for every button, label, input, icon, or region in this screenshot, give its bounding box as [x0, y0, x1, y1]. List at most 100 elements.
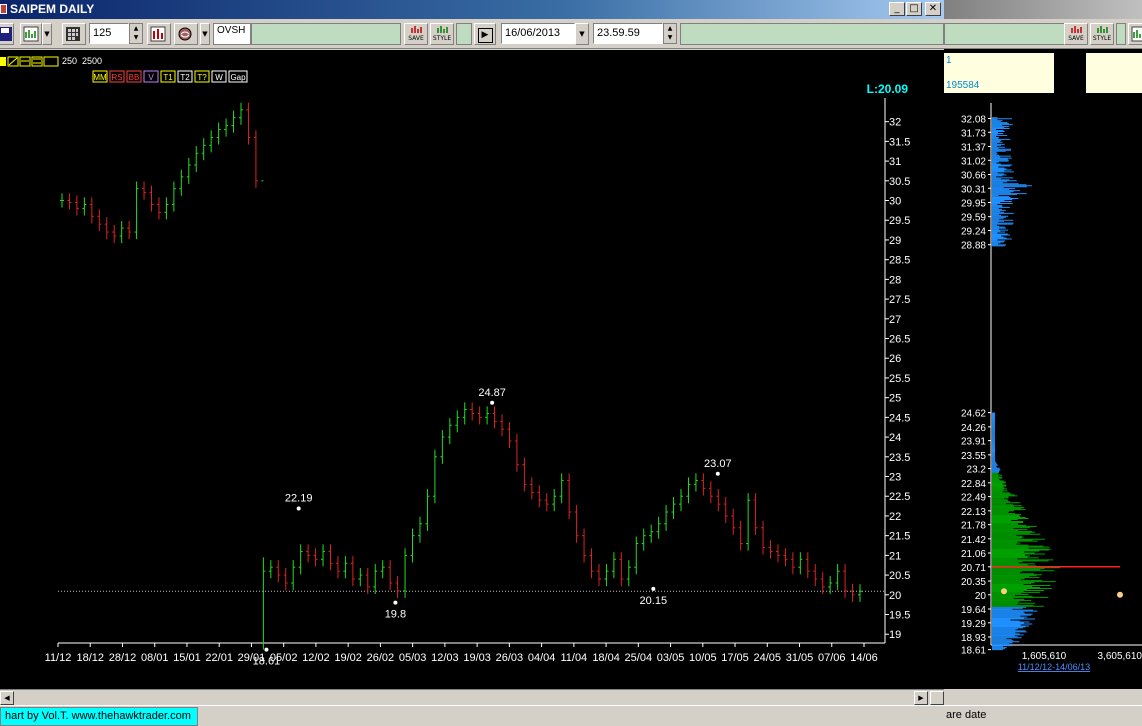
ohlc-bar — [664, 504, 669, 531]
brain-dropdown[interactable]: ▼ — [200, 23, 210, 45]
ohlc-bar — [209, 130, 214, 153]
profile-titlebar[interactable] — [944, 0, 1142, 19]
annotation-marker — [264, 647, 269, 652]
y-tick-label: 32 — [889, 117, 901, 129]
y-tick-label: 19 — [889, 629, 901, 641]
profile-toolbar: SAVE STYLE — [944, 19, 1142, 49]
ohlc-bar — [611, 552, 616, 579]
y-tick-label: 21.5 — [889, 531, 910, 543]
ohlc-bar — [224, 118, 229, 137]
vp-level-label: 21.42 — [961, 535, 986, 546]
brain-button[interactable] — [174, 23, 198, 45]
indicator-toolbar: 250 2500 — [0, 56, 102, 67]
ohlc-bar — [753, 493, 758, 535]
ohlc-bars — [60, 102, 862, 650]
profile-style-label: STYLE — [1092, 35, 1112, 42]
ohlc-bar — [194, 146, 199, 173]
vp-level-label: 24.26 — [961, 423, 986, 434]
ohlc-bar — [708, 481, 713, 504]
scroll-right-arrow[interactable]: ▶ — [914, 691, 928, 705]
ohlc-bar — [813, 564, 818, 587]
annotation-label: 20.15 — [640, 595, 668, 607]
date-dropdown[interactable]: ▼ — [575, 23, 589, 45]
ohlc-bar — [485, 406, 490, 425]
x-tick-label: 14/06 — [850, 652, 878, 664]
profile-chart-button[interactable] — [1128, 23, 1142, 45]
x-tick-label: 08/01 — [141, 652, 169, 664]
profile-style-button[interactable]: STYLE — [1090, 23, 1114, 45]
vp-level-label: 31.73 — [961, 128, 986, 139]
x-tick-label: 18/04 — [592, 652, 620, 664]
period-spinner[interactable]: ▲ ▼ — [129, 23, 143, 44]
save-file-button[interactable] — [0, 23, 14, 45]
play-button[interactable]: ▶ — [474, 23, 496, 45]
ohlc-bar — [835, 564, 840, 591]
disk-icon — [0, 27, 12, 41]
x-tick-label: 11/04 — [560, 652, 587, 664]
style-button[interactable]: STYLE — [430, 23, 454, 45]
volume-profile-window: SAVE STYLE 1 195584 32.08 31.73 31.37 31.02… — [944, 0, 1142, 726]
indicator-icon-d[interactable] — [31, 56, 43, 67]
chart-type-dropdown[interactable]: ▼ — [42, 23, 52, 45]
calculator-button[interactable] — [62, 23, 86, 45]
y-tick-label: 30.5 — [889, 176, 910, 188]
ohlc-bar — [798, 552, 803, 575]
x-tick-label: 19/02 — [334, 652, 362, 664]
ohlc-bar — [246, 102, 251, 145]
y-tick-label: 19.5 — [889, 610, 910, 622]
ohlc-bar — [850, 583, 855, 602]
bars-button[interactable] — [147, 23, 171, 45]
toolbar-spacer — [251, 23, 401, 45]
play-icon: ▶ — [477, 28, 493, 43]
maximize-button[interactable]: □ — [906, 2, 922, 16]
indicator-icon-e[interactable] — [43, 56, 59, 67]
ohlc-bar — [171, 181, 176, 212]
indicator-icon-a[interactable] — [0, 57, 6, 66]
close-button[interactable]: ✕ — [925, 2, 941, 16]
profile-save-button[interactable]: SAVE — [1064, 23, 1088, 45]
x-tick-label: 04/04 — [528, 652, 556, 664]
chart-type-button[interactable] — [20, 23, 42, 45]
y-tick-label: 29 — [889, 235, 901, 247]
x-tick-label: 17/05 — [721, 652, 749, 664]
x-tick-label: 12/02 — [302, 652, 330, 664]
period-input[interactable]: 125 — [89, 23, 129, 44]
window-titlebar[interactable]: SAIPEM DAILY _ □ ✕ — [0, 0, 944, 19]
ohlc-bar — [574, 504, 579, 543]
save-button[interactable]: SAVE — [404, 23, 428, 45]
ohlc-bar — [596, 564, 601, 587]
ohlc-bar — [790, 552, 795, 575]
volume-profile-bars — [992, 117, 1123, 651]
date-input[interactable]: 16/06/2013 — [501, 23, 575, 44]
scroll-left-arrow[interactable]: ◀ — [0, 691, 14, 705]
ohlc-bar — [604, 564, 609, 587]
time-spinner[interactable]: ▲ ▼ — [663, 23, 677, 44]
scroll-end-button[interactable] — [930, 691, 944, 705]
ohlc-bar — [268, 560, 273, 579]
minimize-button[interactable]: _ — [889, 2, 905, 16]
vp-level-label: 30.66 — [961, 170, 986, 181]
x-tick-label: 22/01 — [205, 652, 233, 664]
ovsh-field[interactable]: OVSH — [213, 23, 251, 45]
ohlc-bar — [470, 402, 475, 421]
ohlc-bar — [731, 508, 736, 535]
style-label: STYLE — [432, 35, 452, 42]
horizontal-scrollbar[interactable]: ◀ ▶ — [0, 689, 944, 705]
vp-level-label: 24.62 — [961, 409, 986, 420]
annotation-label: 23.07 — [704, 458, 732, 470]
ohlc-bar — [686, 477, 691, 504]
vp-level-label: 31.02 — [961, 156, 986, 167]
time-input[interactable]: 23.59.59 — [593, 23, 663, 44]
x-tick-label: 28/12 — [109, 652, 137, 664]
y-tick-label: 28.5 — [889, 255, 910, 267]
price-chart[interactable]: 250 2500 MM RS BB V T1 T2 T? W Gap L:20.09 19 19.… — [0, 50, 944, 689]
vp-level-label: 18.61 — [961, 646, 986, 657]
x-tick-label: 18/12 — [76, 652, 104, 664]
vp-level-label: 18.93 — [961, 633, 986, 644]
profile-scrollbar[interactable] — [944, 689, 1142, 705]
ohlc-bar — [544, 493, 549, 512]
y-tick-label: 25.5 — [889, 373, 910, 385]
ohlc-bar — [403, 548, 408, 598]
vp-level-label: 23.91 — [961, 437, 986, 448]
toolbar-spacer-3 — [680, 23, 944, 45]
